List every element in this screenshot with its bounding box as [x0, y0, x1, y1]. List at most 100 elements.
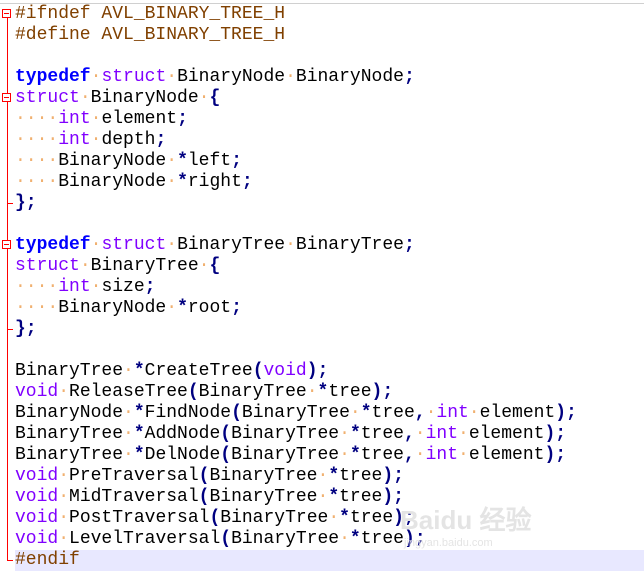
code-line[interactable]: void·MidTraversal(BinaryTree·*tree);: [15, 487, 644, 508]
whitespace-marker: ·: [285, 235, 296, 255]
code-line[interactable]: ····int·depth;: [15, 130, 644, 151]
code-token: BinaryTree: [231, 445, 340, 465]
code-line[interactable]: [15, 46, 644, 67]
fold-end-tick: [7, 560, 13, 561]
code-token: struct: [15, 256, 80, 276]
code-token: (: [198, 487, 210, 507]
code-token: element: [479, 403, 556, 423]
code-token: int: [425, 424, 458, 444]
code-token: ;: [231, 298, 242, 318]
whitespace-marker: ····: [15, 298, 59, 318]
whitespace-marker: ·: [79, 88, 91, 108]
code-line[interactable]: void·PostTraversal(BinaryTree·*tree);: [15, 508, 644, 529]
whitespace-marker: ·: [58, 529, 70, 549]
code-line[interactable]: ····BinaryNode·*root;: [15, 298, 644, 319]
code-token: (: [187, 382, 199, 402]
code-token: struct: [101, 67, 167, 87]
code-token: tree: [339, 487, 383, 507]
code-token: ;: [403, 67, 415, 87]
code-token: int: [58, 277, 91, 297]
code-token: #endif: [15, 550, 80, 570]
code-token: BinaryTree: [209, 487, 318, 507]
code-token: *: [177, 298, 188, 318]
code-line[interactable]: BinaryTree·*CreateTree(void);: [15, 361, 644, 382]
code-token: DelNode: [144, 445, 221, 465]
code-token: ;: [241, 172, 253, 192]
whitespace-marker: ·: [58, 508, 70, 528]
code-line[interactable]: ····int·size;: [15, 277, 644, 298]
fold-margin[interactable]: [0, 4, 14, 574]
code-token: *: [328, 466, 340, 486]
whitespace-marker: ·: [58, 382, 70, 402]
code-line[interactable]: };: [15, 319, 644, 340]
code-token: ;: [403, 235, 415, 255]
code-line[interactable]: BinaryNode·*FindNode(BinaryTree·*tree,·i…: [15, 403, 644, 424]
code-token: #ifndef AVL_BINARY_TREE_H: [15, 4, 286, 24]
code-line[interactable]: ····BinaryNode·*right;: [15, 172, 644, 193]
code-token: void: [263, 361, 307, 381]
code-token: void: [15, 487, 59, 507]
code-token: typedef: [15, 67, 91, 87]
fold-toggle[interactable]: [0, 235, 14, 256]
whitespace-marker: ·: [79, 256, 91, 276]
collapse-icon: [2, 9, 11, 18]
code-token: *: [133, 403, 145, 423]
code-line[interactable]: #define AVL_BINARY_TREE_H: [15, 25, 644, 46]
code-line[interactable]: [15, 214, 644, 235]
code-line[interactable]: ····BinaryNode·*left;: [15, 151, 644, 172]
code-token: *: [349, 424, 361, 444]
code-line[interactable]: #endif: [15, 550, 644, 571]
code-token: ;: [231, 151, 242, 171]
code-token: *: [317, 382, 329, 402]
code-token: tree: [339, 466, 383, 486]
code-token: BinaryTree: [295, 235, 404, 255]
fold-toggle[interactable]: [0, 88, 14, 109]
code-token: *: [349, 445, 361, 465]
code-line[interactable]: BinaryTree·*DelNode(BinaryTree·*tree,·in…: [15, 445, 644, 466]
code-token: PostTraversal: [69, 508, 210, 528]
collapse-icon: [2, 240, 11, 249]
code-line[interactable]: void·PreTraversal(BinaryTree·*tree);: [15, 466, 644, 487]
fold-end-tick: [7, 329, 13, 330]
whitespace-marker: ·: [339, 424, 350, 444]
fold-end-marker: [0, 550, 14, 571]
code-token: BinaryTree: [177, 235, 286, 255]
code-token: BinaryTree: [209, 466, 318, 486]
code-token: *: [133, 445, 145, 465]
code-line[interactable]: void·ReleaseTree(BinaryTree·*tree);: [15, 382, 644, 403]
fold-toggle[interactable]: [0, 4, 14, 25]
code-token: };: [15, 193, 37, 213]
code-token: BinaryTree: [241, 403, 350, 423]
code-line[interactable]: struct·BinaryTree·{: [15, 256, 644, 277]
whitespace-marker: ·: [317, 487, 329, 507]
whitespace-marker: ·: [317, 466, 329, 486]
code-token: BinaryNode: [90, 88, 199, 108]
code-line[interactable]: };: [15, 193, 644, 214]
code-token: {: [209, 88, 221, 108]
code-token: (: [231, 403, 242, 423]
code-token: int: [58, 130, 91, 150]
code-line[interactable]: #ifndef AVL_BINARY_TREE_H: [15, 4, 644, 25]
code-token: BinaryTree: [220, 508, 329, 528]
code-token: AddNode: [144, 424, 221, 444]
code-editor[interactable]: #ifndef AVL_BINARY_TREE_H #define AVL_BIN…: [15, 4, 644, 571]
code-token: ,: [403, 424, 415, 444]
code-token: BinaryNode: [58, 172, 167, 192]
code-line[interactable]: void·LevelTraversal(BinaryTree·*tree);: [15, 529, 644, 550]
code-line[interactable]: typedef·struct·BinaryTree·BinaryTree;: [15, 235, 644, 256]
code-line[interactable]: struct·BinaryNode·{: [15, 88, 644, 109]
whitespace-marker: ·: [198, 256, 210, 276]
code-token: ;: [144, 277, 156, 297]
whitespace-marker: ·: [425, 403, 437, 423]
code-token: tree: [371, 403, 415, 423]
code-line[interactable]: BinaryTree·*AddNode(BinaryTree·*tree,·in…: [15, 424, 644, 445]
code-line[interactable]: [15, 340, 644, 361]
whitespace-marker: ·: [339, 529, 350, 549]
code-line[interactable]: ····int·element;: [15, 109, 644, 130]
whitespace-marker: ·: [349, 403, 361, 423]
code-token: );: [544, 445, 567, 465]
code-token: void: [15, 466, 59, 486]
whitespace-marker: ·: [414, 424, 426, 444]
code-line[interactable]: typedef·struct·BinaryNode·BinaryNode;: [15, 67, 644, 88]
code-token: BinaryNode: [177, 67, 286, 87]
